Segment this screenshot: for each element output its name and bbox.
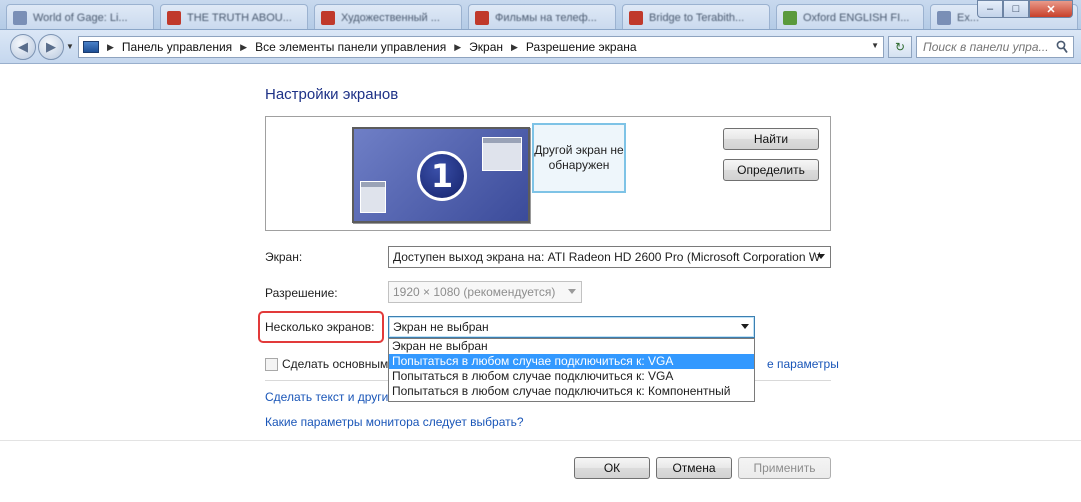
monitor-params-link[interactable]: Какие параметры монитора следует выбрать… [265, 415, 524, 429]
maximize-button[interactable]: □ [1003, 0, 1029, 18]
window-controls: ‒ □ ✕ [977, 0, 1073, 18]
ok-button[interactable]: ОК [574, 457, 650, 479]
favicon-icon [629, 10, 643, 25]
back-button[interactable]: ◀ [10, 34, 36, 60]
chevron-down-icon [817, 254, 825, 259]
cancel-button[interactable]: Отмена [656, 457, 732, 479]
browser-tab[interactable]: THE TRUTH ABOU... [160, 4, 308, 29]
breadcrumb-control-panel[interactable]: Панель управления [122, 40, 232, 54]
refresh-icon: ↻ [894, 40, 906, 54]
resolution-label: Разрешение: [265, 286, 338, 300]
dropdown-option[interactable]: Попытаться в любом случае подключиться к… [389, 384, 754, 399]
forward-button[interactable]: ▶ [38, 34, 64, 60]
dropdown-option[interactable]: Попытаться в любом случае подключиться к… [389, 369, 754, 384]
recent-pages-dropdown-icon[interactable]: ▼ [66, 42, 74, 51]
search-input[interactable] [916, 36, 1074, 58]
favicon-icon [475, 10, 489, 25]
address-history-dropdown-icon[interactable]: ▼ [871, 41, 879, 50]
browser-tab[interactable]: Oxford ENGLISH FI... [776, 4, 924, 29]
window-thumbnail [482, 137, 522, 171]
multiple-displays-dropdown-list: Экран не выбран Попытаться в любом случа… [388, 338, 755, 402]
display-select-value: Доступен выход экрана на: ATI Radeon HD … [393, 250, 821, 264]
dropdown-option[interactable]: Экран не выбран [389, 339, 754, 354]
multiple-displays-select[interactable]: Экран не выбран [388, 316, 755, 338]
arrow-right-icon: ▶ [46, 39, 56, 54]
favicon-icon [13, 10, 27, 25]
monitor-arrangement-panel: 1 Другой экран не обнаружен Найти Опреде… [265, 116, 831, 231]
page-title: Настройки экранов [265, 86, 399, 103]
monitor-number-badge: 1 [417, 151, 467, 201]
multiple-displays-select-value: Экран не выбран [393, 320, 489, 334]
chevron-down-icon [568, 289, 576, 294]
minimize-button[interactable]: ‒ [977, 0, 1003, 18]
arrow-left-icon: ◀ [18, 39, 28, 54]
display-label: Экран: [265, 250, 303, 264]
breadcrumb-all-items[interactable]: Все элементы панели управления [255, 40, 446, 54]
window-thumbnail [360, 181, 386, 213]
address-bar[interactable]: ▶ Панель управления ▶ Все элементы панел… [78, 36, 884, 58]
monitor-other-not-detected[interactable]: Другой экран не обнаружен [532, 123, 626, 193]
chevron-down-icon [741, 324, 749, 329]
display-select[interactable]: Доступен выход экрана на: ATI Radeon HD … [388, 246, 831, 268]
identify-button[interactable]: Определить [723, 159, 819, 181]
monitor-1[interactable]: 1 [352, 127, 530, 223]
make-primary-label: Сделать основным [282, 357, 389, 371]
browser-tab-title: Bridge to Terabith... [649, 11, 745, 24]
resolution-select-value: 1920 × 1080 (рекомендуется) [393, 285, 556, 299]
make-primary-checkbox[interactable] [265, 358, 278, 371]
apply-button[interactable]: Применить [738, 457, 831, 479]
advanced-settings-link[interactable]: е параметры [767, 357, 839, 371]
favicon-icon [937, 10, 951, 25]
browser-tab[interactable]: Художественный ... [314, 4, 462, 29]
browser-tab[interactable]: Bridge to Terabith... [622, 4, 770, 29]
explorer-navbar: ◀ ▶ ▼ ▶ Панель управления ▶ Все элементы… [0, 30, 1081, 64]
browser-tab-title: Oxford ENGLISH FI... [803, 11, 910, 24]
browser-tab[interactable]: Фильмы на телеф... [468, 4, 616, 29]
browser-tab-title: Художественный ... [341, 11, 440, 24]
breadcrumb-display[interactable]: Экран [469, 40, 503, 54]
browser-tab-title: World of Gage: Li... [33, 11, 128, 24]
breadcrumb-separator-icon[interactable]: ▶ [511, 42, 518, 53]
text-size-link[interactable]: Сделать текст и други [265, 390, 388, 404]
breadcrumb-screen-resolution[interactable]: Разрешение экрана [526, 40, 637, 54]
browser-tab-title: Фильмы на телеф... [495, 11, 597, 24]
breadcrumb-separator-icon[interactable]: ▶ [240, 42, 247, 53]
browser-tab-strip: World of Gage: Li... THE TRUTH ABOU... Худ… [0, 0, 1081, 30]
favicon-icon [321, 10, 335, 25]
control-panel-icon [83, 41, 99, 53]
multiple-displays-label: Несколько экранов: [265, 320, 375, 334]
breadcrumb-separator-icon[interactable]: ▶ [454, 42, 461, 53]
refresh-button[interactable]: ↻ [888, 36, 912, 58]
browser-tab-title: THE TRUTH ABOU... [187, 11, 292, 24]
favicon-icon [783, 10, 797, 25]
breadcrumb-separator-icon[interactable]: ▶ [107, 42, 114, 53]
footer-divider [0, 440, 1081, 441]
close-button[interactable]: ✕ [1029, 0, 1073, 18]
other-display-text: Другой экран не обнаружен [534, 143, 624, 172]
favicon-icon [167, 10, 181, 25]
browser-tab-title: Ex... [957, 11, 980, 24]
browser-tab[interactable]: World of Gage: Li... [6, 4, 154, 29]
find-button[interactable]: Найти [723, 128, 819, 150]
dropdown-option-selected[interactable]: Попытаться в любом случае подключиться к… [389, 354, 754, 369]
resolution-select[interactable]: 1920 × 1080 (рекомендуется) [388, 281, 582, 303]
search-icon[interactable] [1056, 40, 1068, 54]
